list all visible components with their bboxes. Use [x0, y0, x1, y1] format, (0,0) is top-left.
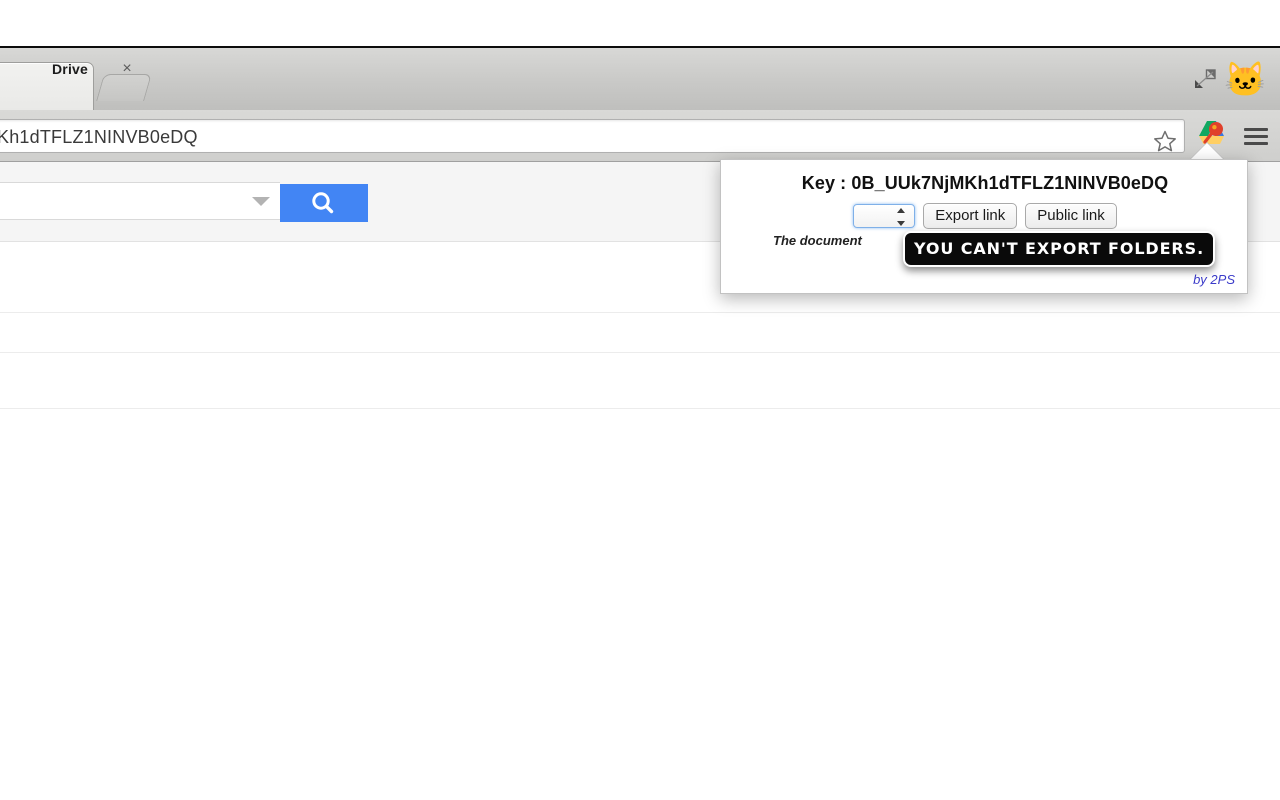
popup-controls: Export link Public link [721, 203, 1249, 229]
avatar[interactable]: 🐱 [1224, 60, 1266, 100]
browser-window-chrome: Drive × 🐱 Kh1dTFLZ1NINVB0eDQ [0, 48, 1280, 162]
chevron-down-icon[interactable] [252, 197, 270, 206]
hamburger-menu-icon[interactable] [1244, 128, 1268, 146]
popup-pointer [1190, 143, 1224, 160]
address-bar[interactable]: Kh1dTFLZ1NINVB0eDQ [0, 119, 1185, 153]
restore-window-icon[interactable] [1192, 66, 1218, 92]
export-link-button[interactable]: Export link [923, 203, 1018, 229]
search-button[interactable] [280, 184, 368, 222]
browser-toolbar: Kh1dTFLZ1NINVB0eDQ [0, 110, 1280, 162]
list-item [0, 312, 1280, 313]
browser-tab-label: Drive [52, 61, 89, 77]
up-down-stepper-icon [896, 208, 905, 226]
list-item [0, 408, 1280, 409]
desktop-top-strip [0, 0, 1280, 48]
format-select[interactable] [853, 204, 916, 228]
popup-credit-link[interactable]: by 2PS [1193, 272, 1235, 287]
list-item [0, 352, 1280, 353]
public-link-button[interactable]: Public link [1025, 203, 1117, 229]
extension-popup: Key : 0B_UUk7NjMKh1dTFLZ1NINVB0eDQ Expor… [720, 159, 1248, 294]
popup-note-text: The document [773, 233, 862, 248]
search-input[interactable] [0, 182, 280, 220]
star-icon[interactable] [1152, 128, 1178, 154]
tooltip-text: YOU CAN'T EXPORT FOLDERS. [913, 239, 1205, 258]
address-bar-url: Kh1dTFLZ1NINVB0eDQ [0, 127, 198, 147]
tooltip: YOU CAN'T EXPORT FOLDERS. [903, 231, 1215, 267]
document-key-label: Key : 0B_UUk7NjMKh1dTFLZ1NINVB0eDQ [801, 173, 1169, 193]
new-tab-button[interactable] [96, 74, 152, 101]
browser-tab-strip: Drive × 🐱 [0, 48, 1280, 110]
